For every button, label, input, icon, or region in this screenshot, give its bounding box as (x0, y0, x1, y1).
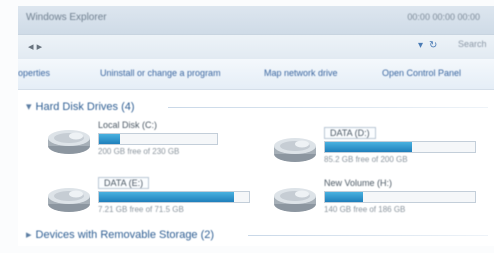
address-bar: ◂ ▸ ▾ ↻ Search (18, 34, 494, 60)
window-title: Windows Explorer (26, 12, 107, 23)
drive-usage-bar (324, 141, 476, 153)
drive-free-space: 140 GB free of 186 GB (324, 205, 406, 214)
drive-usage-bar (98, 191, 250, 203)
drive-name: New Volume (H:) (324, 178, 393, 188)
group-label: Hard Disk Drives (4) (35, 101, 135, 113)
drive-name: DATA (E:) (98, 177, 150, 189)
drive-free-space: 200 GB free of 230 GB (98, 147, 180, 156)
group-divider (168, 107, 488, 108)
map-network-drive-button[interactable]: Map network drive (264, 68, 338, 78)
group-removable-storage[interactable]: ▸ Devices with Removable Storage (2) (26, 228, 214, 241)
drive-usage-bar (98, 133, 218, 145)
drive-name: DATA (D:) (324, 127, 376, 139)
open-control-panel-button[interactable]: Open Control Panel (382, 68, 461, 78)
address-dropdown-icon[interactable]: ▾ (418, 40, 423, 51)
drive-usage-fill (325, 192, 363, 202)
drive-usage-fill (325, 142, 412, 152)
expand-arrow-icon[interactable]: ▸ (26, 228, 32, 241)
title-bar: Windows Explorer 00:00 00:00 00:00 (18, 6, 494, 34)
drive-usage-bar (324, 191, 476, 203)
title-bar-info: 00:00 00:00 00:00 (407, 12, 480, 22)
hard-drive-icon (274, 138, 316, 162)
drive-item-h[interactable]: New Volume (H:) 140 GB free of 186 GB (272, 178, 476, 218)
drive-name: Local Disk (C:) (98, 120, 158, 130)
drive-free-space: 7.21 GB free of 71.5 GB (98, 205, 184, 214)
uninstall-program-button[interactable]: Uninstall or change a program (100, 68, 221, 78)
drive-usage-fill (99, 192, 234, 202)
address-path[interactable]: ◂ ▸ (28, 40, 42, 53)
group-divider (248, 235, 488, 236)
drive-item-e[interactable]: DATA (E:) 7.21 GB free of 71.5 GB (46, 177, 250, 218)
command-bar: operties Uninstall or change a program M… (18, 59, 494, 90)
search-input[interactable]: Search (458, 39, 492, 53)
drive-usage-fill (99, 134, 121, 144)
drives-pane: ▾ Hard Disk Drives (4) Local Disk (C:) 20… (18, 90, 494, 246)
collapse-arrow-icon[interactable]: ▾ (26, 100, 32, 113)
hard-drive-icon (274, 188, 316, 212)
properties-button[interactable]: operties (18, 68, 50, 78)
hard-drive-icon (48, 188, 90, 212)
group-hard-disk-drives[interactable]: ▾ Hard Disk Drives (4) (26, 100, 135, 113)
address-tools: ▾ ↻ (418, 40, 437, 51)
refresh-icon[interactable]: ↻ (429, 40, 437, 51)
explorer-window: Windows Explorer 00:00 00:00 00:00 ◂ ▸ ▾… (18, 6, 494, 246)
drive-item-c[interactable]: Local Disk (C:) 200 GB free of 230 GB (46, 120, 246, 160)
drive-item-d[interactable]: DATA (D:) 85.2 GB free of 200 GB (272, 127, 476, 168)
hard-drive-icon (48, 130, 90, 154)
group-label: Devices with Removable Storage (2) (35, 229, 215, 241)
drive-free-space: 85.2 GB free of 200 GB (324, 155, 408, 164)
